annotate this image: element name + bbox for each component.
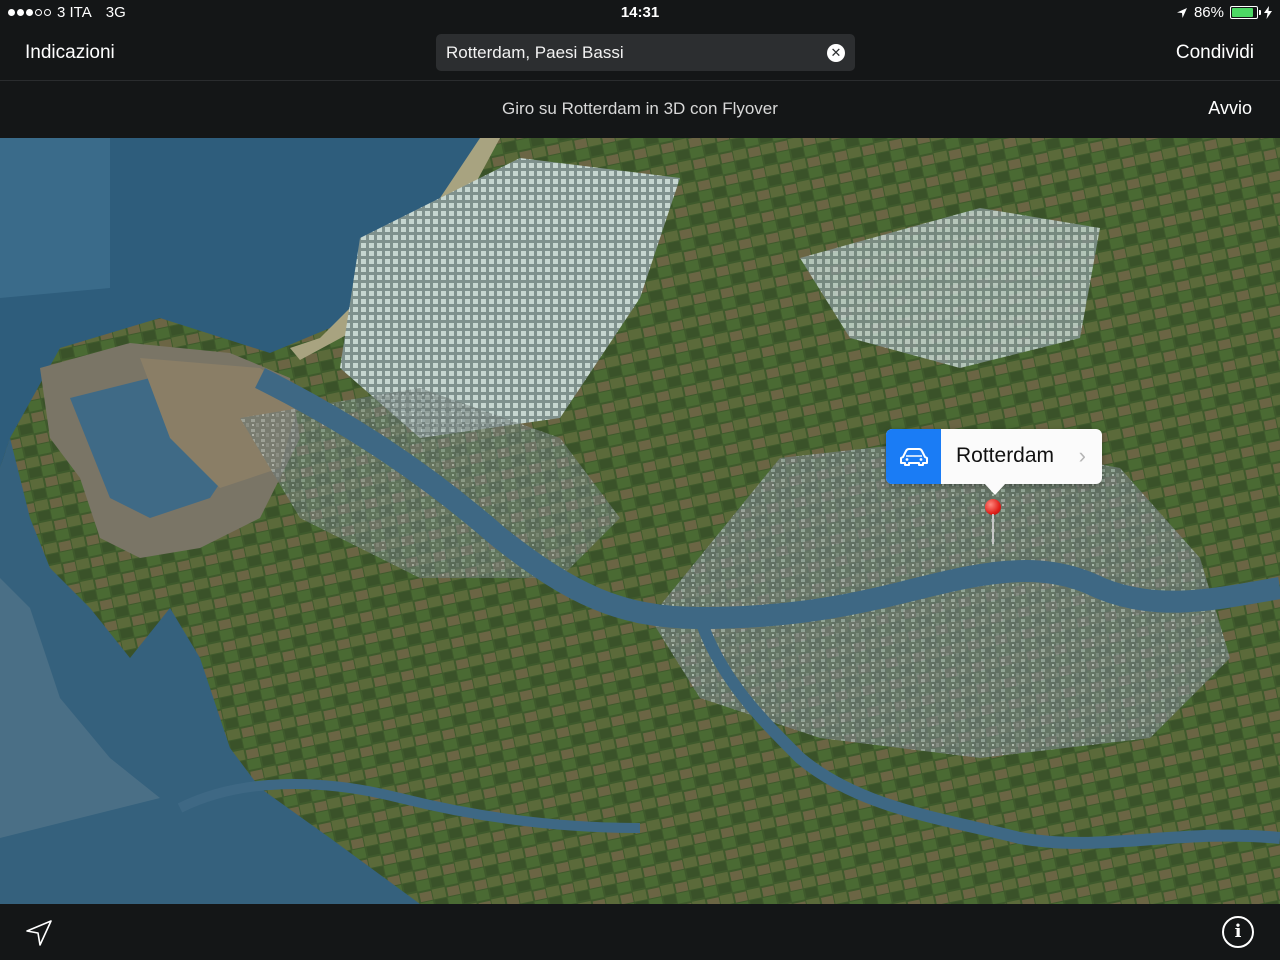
callout-title: Rotterdam	[956, 444, 1055, 467]
battery-fill	[1232, 8, 1253, 17]
status-bar: 3 ITA 3G 14:31 86%	[0, 0, 1280, 26]
flyover-bar: Giro su Rotterdam in 3D con Flyover Avvi…	[0, 81, 1280, 138]
chevron-right-icon[interactable]: ›	[1079, 443, 1086, 469]
search-input[interactable]: Rotterdam, Paesi Bassi	[446, 43, 624, 63]
share-button[interactable]: Condividi	[1176, 42, 1254, 64]
battery-percent: 86%	[1193, 4, 1224, 21]
location-arrow-icon	[1176, 7, 1187, 18]
battery-tip	[1259, 10, 1261, 15]
car-icon	[899, 447, 928, 466]
place-callout[interactable]: Rotterdam ›	[886, 429, 1102, 495]
status-time: 14:31	[620, 4, 660, 21]
directions-button[interactable]: Indicazioni	[25, 42, 115, 64]
battery-icon	[1230, 6, 1261, 19]
status-right: 86%	[1176, 4, 1272, 21]
search-field[interactable]: Rotterdam, Paesi Bassi ✕	[436, 34, 855, 71]
directions-car-button[interactable]	[886, 429, 941, 484]
current-location-button[interactable]	[24, 918, 54, 948]
info-icon[interactable]: i	[1222, 916, 1254, 948]
nav-bar: Indicazioni Rotterdam, Paesi Bassi ✕ Con…	[0, 26, 1280, 81]
location-pin[interactable]	[985, 499, 1001, 545]
bottom-toolbar: i	[0, 904, 1280, 960]
pin-head	[985, 499, 1001, 515]
clear-search-button[interactable]: ✕	[827, 44, 845, 62]
pin-needle	[992, 514, 994, 544]
location-arrow-icon	[26, 920, 52, 946]
satellite-map[interactable]: Rotterdam ›	[0, 138, 1280, 904]
flyover-description: Giro su Rotterdam in 3D con Flyover	[502, 99, 778, 118]
callout-tail	[984, 483, 1006, 495]
sea-tile	[0, 138, 110, 298]
flyover-start-button[interactable]: Avvio	[1208, 98, 1252, 119]
map-canvas[interactable]	[0, 138, 1280, 904]
bolt-icon	[1264, 6, 1272, 19]
